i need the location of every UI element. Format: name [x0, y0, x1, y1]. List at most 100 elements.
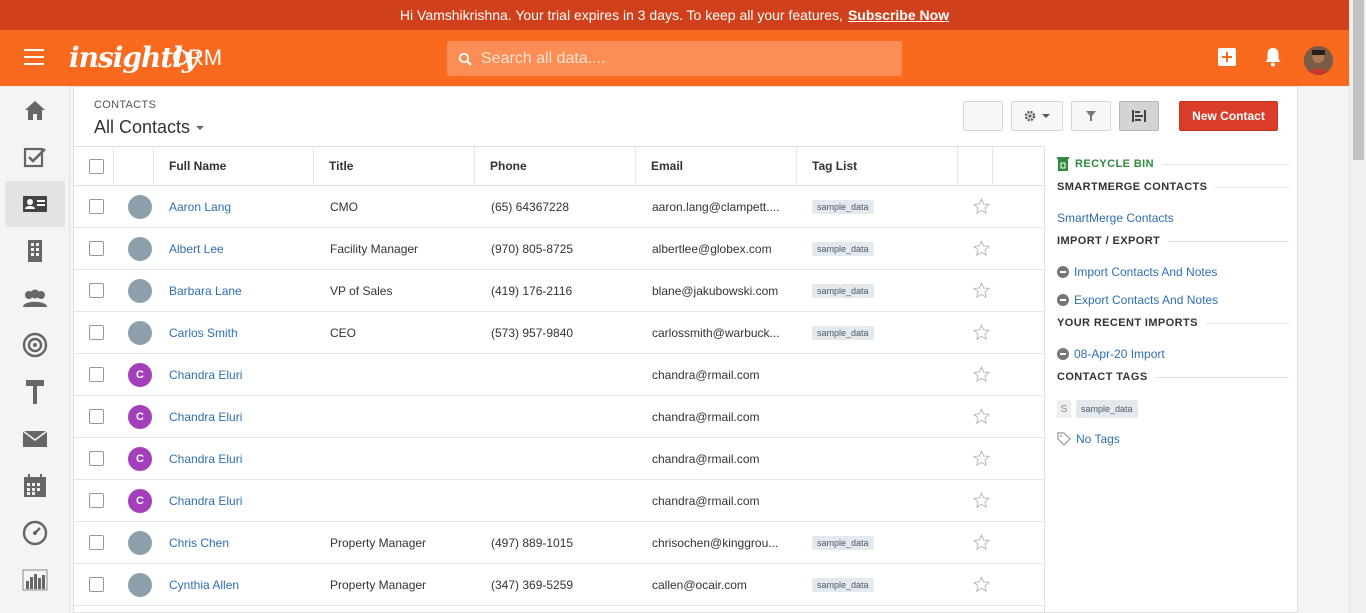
column-full-name[interactable]: Full Name — [154, 147, 314, 185]
contact-avatar — [128, 530, 152, 555]
contact-name-link[interactable]: Chandra Eluri — [169, 368, 242, 382]
select-all-checkbox[interactable] — [89, 158, 104, 174]
blank-toolbar-button[interactable] — [963, 101, 1003, 131]
contacts-table: Full Name Title Phone Email Tag List Aar… — [74, 146, 1044, 606]
page-scrollbar[interactable] — [1349, 0, 1366, 613]
projects-icon — [26, 380, 44, 404]
star-icon[interactable] — [973, 534, 990, 551]
new-contact-button[interactable]: New Contact — [1179, 101, 1278, 131]
table-row[interactable]: Barbara Lane VP of Sales (419) 176-2116 bla… — [74, 270, 1044, 312]
leads-icon — [23, 289, 47, 307]
table-row[interactable]: Aaron Lang CMO (65) 64367228 aaron.lang@cla… — [74, 186, 1044, 228]
row-checkbox[interactable] — [89, 199, 104, 214]
star-icon[interactable] — [973, 366, 990, 383]
contact-email: albertlee@globex.com — [652, 241, 772, 256]
table-row[interactable]: Cynthia Allen Property Manager (347) 369-5… — [74, 564, 1044, 606]
gear-icon — [1024, 110, 1036, 122]
nav-organizations[interactable] — [5, 228, 65, 274]
nav-dashboard[interactable] — [5, 510, 65, 556]
contact-tag[interactable]: sample_data — [812, 325, 874, 340]
sidebar-toggle-button[interactable] — [1119, 101, 1159, 131]
star-icon[interactable] — [973, 450, 990, 467]
contact-name-link[interactable]: Aaron Lang — [169, 200, 231, 214]
subscribe-now-link[interactable]: Subscribe Now — [848, 7, 949, 23]
contact-email: callen@ocair.com — [652, 577, 747, 592]
row-checkbox[interactable] — [89, 283, 104, 298]
row-checkbox[interactable] — [89, 367, 104, 382]
nav-projects[interactable] — [5, 369, 65, 415]
contact-email: aaron.lang@clampett.... — [652, 199, 780, 214]
add-icon[interactable] — [1217, 47, 1237, 67]
contact-name-link[interactable]: Barbara Lane — [169, 284, 242, 298]
contact-email: chandra@rmail.com — [652, 409, 760, 424]
view-selector[interactable]: All Contacts — [94, 117, 205, 138]
nav-opportunities[interactable] — [5, 322, 65, 368]
table-row[interactable]: Albert Lee Facility Manager (970) 805-8725… — [74, 228, 1044, 270]
recycle-bin-link[interactable]: RECYCLE BIN — [1057, 157, 1289, 171]
user-avatar[interactable] — [1304, 46, 1333, 75]
contact-tag[interactable]: sample_data — [812, 577, 874, 592]
row-checkbox[interactable] — [89, 493, 104, 508]
row-checkbox[interactable] — [89, 241, 104, 256]
row-checkbox[interactable] — [89, 325, 104, 340]
row-checkbox[interactable] — [89, 535, 104, 550]
contact-tag[interactable]: sample_data — [812, 199, 874, 214]
star-icon[interactable] — [973, 408, 990, 425]
contact-name-link[interactable]: Chris Chen — [169, 536, 229, 550]
table-row[interactable]: C Chandra Eluri chandra@rmail.com — [74, 438, 1044, 480]
filter-button[interactable] — [1071, 101, 1111, 131]
table-row[interactable]: Chris Chen Property Manager (497) 889-1015… — [74, 522, 1044, 564]
nav-leads[interactable] — [5, 275, 65, 321]
row-checkbox[interactable] — [89, 451, 104, 466]
contact-name-link[interactable]: Chandra Eluri — [169, 494, 242, 508]
calendar-icon — [24, 474, 46, 497]
star-icon[interactable] — [973, 282, 990, 299]
table-row[interactable]: Carlos Smith CEO (573) 957-9840 carlossmith… — [74, 312, 1044, 354]
column-tag-list[interactable]: Tag List — [797, 147, 958, 185]
contact-name-link[interactable]: Chandra Eluri — [169, 410, 242, 424]
table-row[interactable]: C Chandra Eluri chandra@rmail.com — [74, 396, 1044, 438]
column-title[interactable]: Title — [314, 147, 475, 185]
nav-email[interactable] — [5, 416, 65, 462]
contact-tag[interactable]: sample_data — [812, 535, 874, 550]
recycle-bin-icon — [1057, 157, 1069, 171]
contact-name-link[interactable]: Albert Lee — [169, 242, 224, 256]
nav-calendar[interactable] — [5, 463, 65, 509]
star-icon[interactable] — [973, 240, 990, 257]
table-row[interactable]: C Chandra Eluri chandra@rmail.com — [74, 354, 1044, 396]
menu-icon[interactable] — [24, 49, 44, 65]
row-checkbox[interactable] — [89, 409, 104, 424]
star-icon[interactable] — [973, 324, 990, 341]
nav-contacts[interactable] — [5, 181, 65, 227]
global-search[interactable] — [447, 41, 902, 76]
contact-tag[interactable]: sample_data — [812, 241, 874, 256]
row-checkbox[interactable] — [89, 577, 104, 592]
settings-button[interactable] — [1011, 101, 1063, 131]
contact-phone: (419) 176-2116 — [491, 283, 573, 298]
nav-tasks[interactable] — [5, 134, 65, 180]
notifications-bell-icon[interactable] — [1264, 47, 1282, 67]
nav-reports[interactable] — [5, 557, 65, 603]
contact-name-link[interactable]: Carlos Smith — [169, 326, 238, 340]
column-email[interactable]: Email — [636, 147, 797, 185]
scrollbar-thumb[interactable] — [1353, 0, 1364, 160]
contact-name-link[interactable]: Chandra Eluri — [169, 452, 242, 466]
contact-email: carlossmith@warbuck... — [652, 325, 780, 340]
contact-avatar: C — [128, 488, 152, 513]
column-phone[interactable]: Phone — [475, 147, 636, 185]
tag-sample-data[interactable]: S sample_data — [1057, 400, 1138, 418]
star-icon[interactable] — [973, 576, 990, 593]
contact-name-link[interactable]: Cynthia Allen — [169, 578, 239, 592]
no-tags-link[interactable]: No Tags — [1057, 432, 1120, 446]
contact-tag[interactable]: sample_data — [812, 283, 874, 298]
star-icon[interactable] — [973, 492, 990, 509]
search-input[interactable] — [481, 49, 881, 68]
recent-import-link[interactable]: 08-Apr-20 Import — [1057, 347, 1165, 361]
star-icon[interactable] — [973, 198, 990, 215]
smartmerge-contacts-link[interactable]: SmartMerge Contacts — [1057, 211, 1174, 225]
nav-home[interactable] — [5, 87, 65, 133]
table-row[interactable]: C Chandra Eluri chandra@rmail.com — [74, 480, 1044, 522]
contacts-panel: CONTACTS All Contacts New Contact Full N… — [73, 86, 1298, 613]
export-contacts-link[interactable]: Export Contacts And Notes — [1057, 293, 1218, 307]
import-contacts-link[interactable]: Import Contacts And Notes — [1057, 265, 1217, 279]
